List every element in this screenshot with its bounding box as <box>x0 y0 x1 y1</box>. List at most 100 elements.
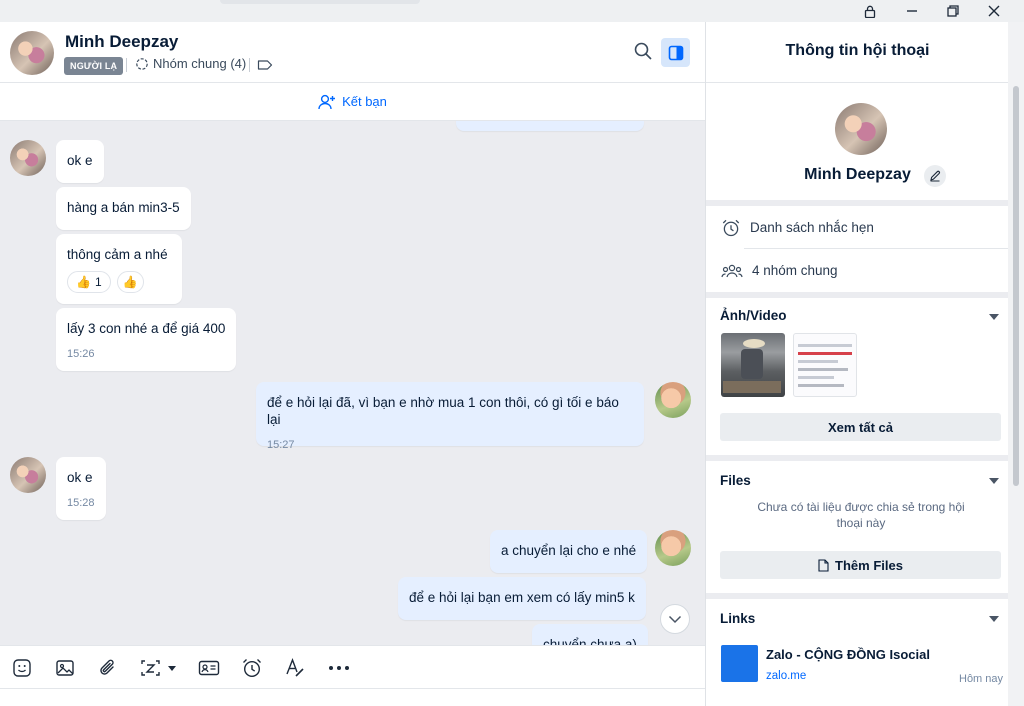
photo-detail <box>798 344 852 347</box>
photo-detail <box>741 349 763 379</box>
reaction-count: 1 <box>94 274 102 289</box>
tag-icon[interactable] <box>257 58 273 74</box>
message-bubble[interactable]: ok e <box>56 140 104 183</box>
window-titlebar <box>0 0 1024 22</box>
message-text: thông cảm a nhé <box>67 247 168 262</box>
header-divider <box>126 58 127 72</box>
files-empty-text: Chưa có tài liệu được chia sẻ trong hội … <box>757 500 965 530</box>
groups-icon <box>136 57 148 70</box>
message-text: lấy 3 con nhé a để giá 400 <box>67 321 226 336</box>
reminders-label: Danh sách nhắc hẹn <box>750 220 874 235</box>
composer-toolbar <box>0 645 705 688</box>
minimize-icon[interactable] <box>892 0 932 22</box>
caret-down-icon[interactable] <box>989 314 999 320</box>
section-divider <box>706 455 1008 461</box>
add-files-label: Thêm Files <box>835 557 903 573</box>
search-icon[interactable] <box>632 40 654 62</box>
format-text-icon[interactable] <box>283 656 307 680</box>
thumbs-up-icon: 👍 <box>76 274 91 289</box>
message-bubble[interactable]: ok e 15:28 <box>56 457 106 520</box>
toggle-info-panel-button[interactable] <box>661 38 690 67</box>
see-all-label: Xem tất cả <box>827 419 894 435</box>
more-icon[interactable] <box>327 656 351 680</box>
edit-name-button[interactable] <box>924 165 946 187</box>
photo-detail <box>723 381 781 393</box>
stranger-badge: NGƯỜI LẠ <box>64 57 124 75</box>
media-thumbnail[interactable] <box>793 333 857 397</box>
media-section-title[interactable]: Ảnh/Video <box>720 308 787 323</box>
link-domain[interactable]: zalo.me <box>766 670 806 682</box>
attach-icon[interactable] <box>96 656 120 680</box>
photo-detail <box>798 384 844 387</box>
message-text: chuyển chưa a) <box>543 637 637 645</box>
section-divider <box>706 292 1008 298</box>
common-groups-row[interactable]: 4 nhóm chung <box>706 249 1008 292</box>
contact-card-icon[interactable] <box>197 656 221 680</box>
message-bubble[interactable]: để e hỏi lại bạn em xem có lấy min5 k <box>398 577 646 620</box>
react-button[interactable]: 👍 <box>116 271 144 293</box>
message-bubble[interactable]: để e hỏi lại đã, vì bạn e nhờ mua 1 con … <box>256 382 644 451</box>
info-panel-title: Thông tin hội thoại <box>706 22 1008 83</box>
common-groups-link[interactable]: Nhóm chung (4) <box>135 56 246 71</box>
people-icon <box>721 264 743 277</box>
photo-detail <box>743 339 765 348</box>
caret-down-icon[interactable] <box>989 478 999 484</box>
files-section-title[interactable]: Files <box>720 473 751 488</box>
scrollbar-thumb[interactable] <box>1013 86 1019 486</box>
caret-down-icon[interactable] <box>989 616 999 622</box>
thumbs-up-icon: 👍 <box>122 274 138 289</box>
panel-icon <box>668 45 683 60</box>
link-thumbnail[interactable] <box>721 645 758 682</box>
screenshot-icon[interactable] <box>139 656 179 680</box>
avatar[interactable] <box>835 103 887 155</box>
add-friend-label: Kết bạn <box>342 94 387 109</box>
message-text: để e hỏi lại bạn em xem có lấy min5 k <box>409 590 635 605</box>
info-panel-scrollbar[interactable] <box>1008 22 1024 706</box>
photo-detail <box>798 360 838 363</box>
message-bubble[interactable]: lấy 3 con nhé a để giá 400 15:26 <box>56 308 237 371</box>
sticker-icon[interactable] <box>10 656 34 680</box>
message-text: a chuyển lại cho e nhé <box>501 543 637 558</box>
avatar[interactable] <box>10 140 46 176</box>
reminders-row[interactable]: Danh sách nhắc hẹn <box>706 206 1008 249</box>
profile-name: Minh Deepzay <box>804 166 911 183</box>
message-bubble-partial[interactable] <box>456 121 644 131</box>
message-text: hàng a bán min3-5 <box>67 200 180 215</box>
scroll-down-button[interactable] <box>660 604 690 634</box>
message-list[interactable]: ok e hàng a bán min3-5 thông cảm a nhé 👍… <box>0 121 705 645</box>
titlebar-tab-ghost <box>220 0 420 4</box>
close-icon[interactable] <box>974 0 1014 22</box>
reaction-bar: 👍 1 👍 <box>67 271 171 293</box>
avatar[interactable] <box>655 382 691 418</box>
message-text: ok e <box>67 470 93 485</box>
photo-detail <box>798 376 834 379</box>
avatar[interactable] <box>10 31 54 75</box>
link-time: Hôm nay <box>959 673 1004 685</box>
links-section-title[interactable]: Links <box>720 611 755 626</box>
message-input-area[interactable] <box>0 688 705 706</box>
media-thumbnail[interactable] <box>721 333 785 397</box>
reminder-icon[interactable] <box>240 656 264 680</box>
link-title[interactable]: Zalo - CỘNG ĐỒNG Isocial <box>766 647 930 662</box>
avatar[interactable] <box>655 530 691 566</box>
add-friend-button[interactable]: Kết bạn <box>0 83 705 121</box>
message-text: để e hỏi lại đã, vì bạn e nhờ mua 1 con … <box>267 395 619 427</box>
lock-icon[interactable] <box>850 0 890 22</box>
image-icon[interactable] <box>53 656 77 680</box>
pencil-icon <box>930 170 941 182</box>
section-divider <box>706 593 1008 599</box>
chat-panel: Minh Deepzay NGƯỜI LẠ Nhóm chung (4) Kết… <box>0 22 705 706</box>
photo-detail <box>798 352 852 355</box>
reaction-pill[interactable]: 👍 1 <box>67 271 111 293</box>
restore-icon[interactable] <box>933 0 973 22</box>
message-bubble[interactable]: chuyển chưa a) <box>532 624 648 645</box>
chevron-down-icon <box>668 615 682 623</box>
avatar[interactable] <box>10 457 46 493</box>
message-bubble[interactable]: hàng a bán min3-5 <box>56 187 191 230</box>
add-files-button[interactable]: Thêm Files <box>720 551 1001 579</box>
see-all-media-button[interactable]: Xem tất cả <box>720 413 1001 441</box>
message-time: 15:28 <box>67 497 95 509</box>
contact-name[interactable]: Minh Deepzay <box>65 32 178 52</box>
message-bubble[interactable]: thông cảm a nhé 👍 1 👍 <box>56 234 182 304</box>
message-bubble[interactable]: a chuyển lại cho e nhé <box>490 530 648 573</box>
